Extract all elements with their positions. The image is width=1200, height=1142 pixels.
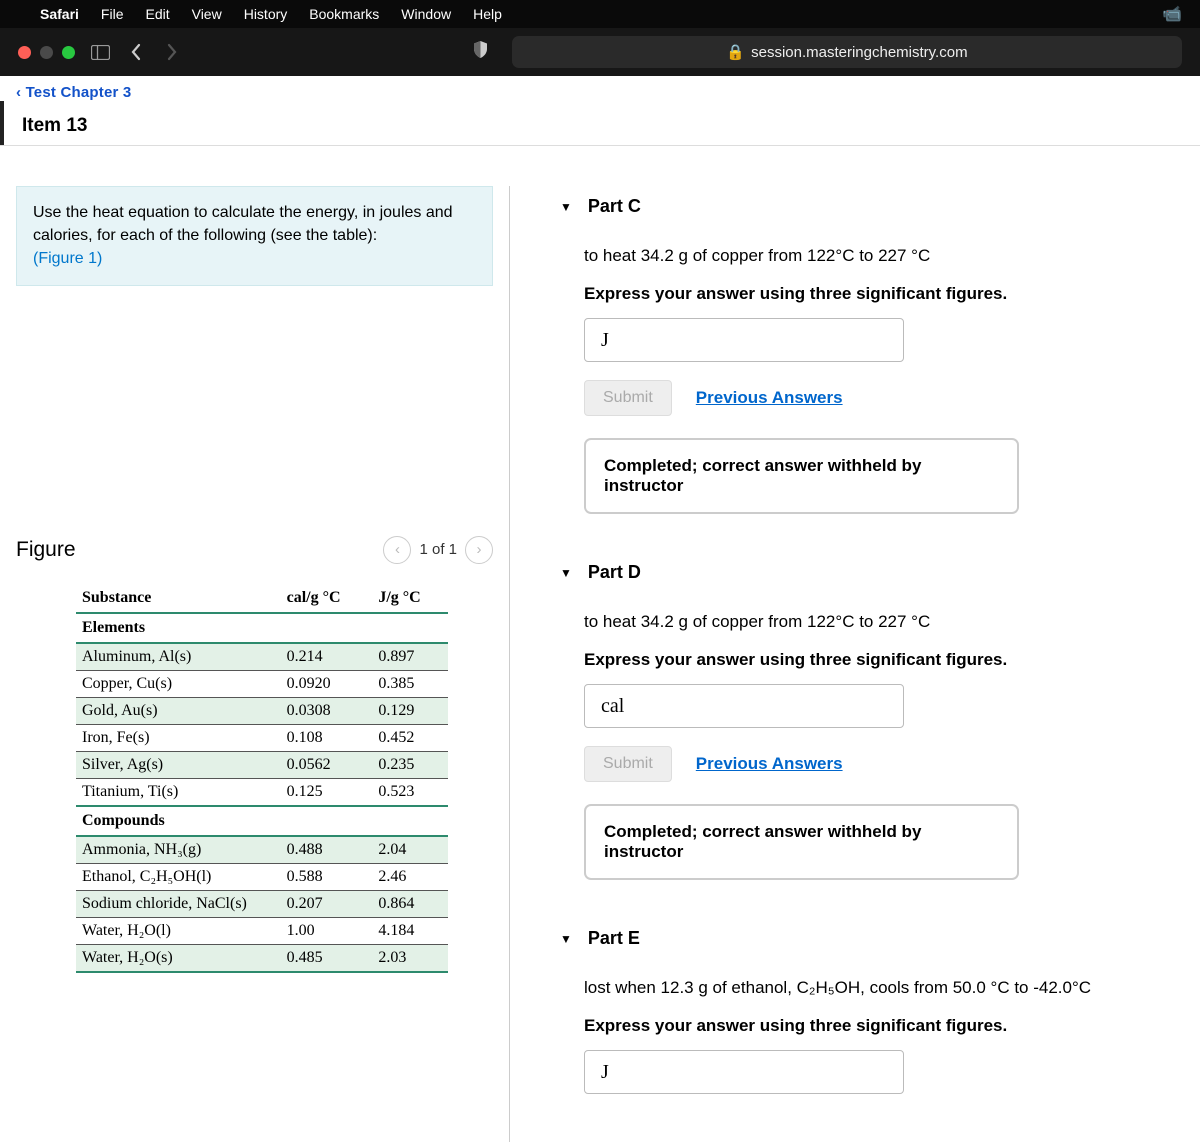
collapse-icon[interactable]: ▼ xyxy=(560,200,572,214)
answer-input[interactable]: J xyxy=(584,1050,904,1094)
forward-button[interactable] xyxy=(161,43,183,61)
breadcrumb[interactable]: ‹ Test Chapter 3 xyxy=(0,76,1200,101)
figure-link[interactable]: (Figure 1) xyxy=(33,250,102,267)
url-bar[interactable]: 🔒 session.masteringchemistry.com xyxy=(512,36,1182,68)
menu-window[interactable]: Window xyxy=(401,6,451,22)
table-row: Ammonia, NH₃(g)0.4882.04 xyxy=(76,836,448,864)
table-row: Water, H₂O(l)1.004.184 xyxy=(76,917,448,944)
macos-menubar: Safari File Edit View History Bookmarks … xyxy=(0,0,1200,28)
part-E: ▼ Part E lost when 12.3 g of ethanol, C₂H₅… xyxy=(560,928,1170,1094)
page-title: Item 13 xyxy=(0,101,1200,145)
part-title: Part D xyxy=(588,562,641,583)
minimize-window-button[interactable] xyxy=(40,46,53,59)
menu-history[interactable]: History xyxy=(244,6,288,22)
hint-text: Express your answer using three signific… xyxy=(584,647,1170,673)
camera-icon[interactable]: 📹 xyxy=(1162,4,1182,24)
menu-view[interactable]: View xyxy=(192,6,222,22)
privacy-shield-icon[interactable] xyxy=(473,41,488,63)
part-C: ▼ Part C to heat 34.2 g of copper from 122… xyxy=(560,196,1170,514)
zoom-window-button[interactable] xyxy=(62,46,75,59)
table-row: Silver, Ag(s)0.05620.235 xyxy=(76,751,448,778)
submit-button[interactable]: Submit xyxy=(584,380,672,416)
hint-text: Express your answer using three signific… xyxy=(584,281,1170,307)
answer-input[interactable]: cal xyxy=(584,684,904,728)
table-row: Water, H₂O(s)0.4852.03 xyxy=(76,944,448,972)
table-row: Iron, Fe(s)0.1080.452 xyxy=(76,724,448,751)
figure-pager: 1 of 1 xyxy=(419,541,457,558)
col-cal: cal/g °C xyxy=(281,584,373,613)
menu-file[interactable]: File xyxy=(101,6,124,22)
safari-toolbar: 🔒 session.masteringchemistry.com xyxy=(0,28,1200,76)
status-box: Completed; correct answer withheld by in… xyxy=(584,438,1019,514)
col-j: J/g °C xyxy=(372,584,448,613)
url-text: session.masteringchemistry.com xyxy=(751,44,967,61)
table-row: Ethanol, C₂H₅OH(l)0.5882.46 xyxy=(76,863,448,890)
divider xyxy=(0,145,1200,146)
previous-answers-link[interactable]: Previous Answers xyxy=(696,388,843,408)
table-row: Titanium, Ti(s)0.1250.523 xyxy=(76,778,448,806)
specific-heat-table: Substance cal/g °C J/g °C ElementsAlumin… xyxy=(76,584,448,973)
submit-button[interactable]: Submit xyxy=(584,746,672,782)
menu-help[interactable]: Help xyxy=(473,6,502,22)
table-row: Sodium chloride, NaCl(s)0.2070.864 xyxy=(76,890,448,917)
close-window-button[interactable] xyxy=(18,46,31,59)
figure-next-button[interactable]: › xyxy=(465,536,493,564)
figure-title: Figure xyxy=(16,538,76,562)
question-prompt: Use the heat equation to calculate the e… xyxy=(16,186,493,286)
hint-text: Express your answer using three signific… xyxy=(584,1013,1170,1039)
previous-answers-link[interactable]: Previous Answers xyxy=(696,754,843,774)
status-box: Completed; correct answer withheld by in… xyxy=(584,804,1019,880)
question-text: to heat 34.2 g of copper from 122°C to 2… xyxy=(584,609,1170,635)
table-row: Gold, Au(s)0.03080.129 xyxy=(76,697,448,724)
collapse-icon[interactable]: ▼ xyxy=(560,932,572,946)
table-section: Elements xyxy=(76,613,448,643)
menu-bookmarks[interactable]: Bookmarks xyxy=(309,6,379,22)
part-D: ▼ Part D to heat 34.2 g of copper from 122… xyxy=(560,562,1170,880)
table-row: Copper, Cu(s)0.09200.385 xyxy=(76,670,448,697)
menu-edit[interactable]: Edit xyxy=(145,6,169,22)
back-button[interactable] xyxy=(125,43,147,61)
window-controls xyxy=(18,46,75,59)
question-text: to heat 34.2 g of copper from 122°C to 2… xyxy=(584,243,1170,269)
part-title: Part C xyxy=(588,196,641,217)
sidebar-icon[interactable] xyxy=(89,45,111,60)
table-section: Compounds xyxy=(76,806,448,836)
figure-prev-button[interactable]: ‹ xyxy=(383,536,411,564)
collapse-icon[interactable]: ▼ xyxy=(560,566,572,580)
table-row: Aluminum, Al(s)0.2140.897 xyxy=(76,643,448,671)
menubar-app[interactable]: Safari xyxy=(40,6,79,22)
question-text: lost when 12.3 g of ethanol, C₂H₅OH, coo… xyxy=(584,975,1170,1001)
answer-input[interactable]: J xyxy=(584,318,904,362)
col-substance: Substance xyxy=(76,584,281,613)
prompt-text: Use the heat equation to calculate the e… xyxy=(33,204,453,244)
lock-icon: 🔒 xyxy=(726,43,745,61)
part-title: Part E xyxy=(588,928,640,949)
